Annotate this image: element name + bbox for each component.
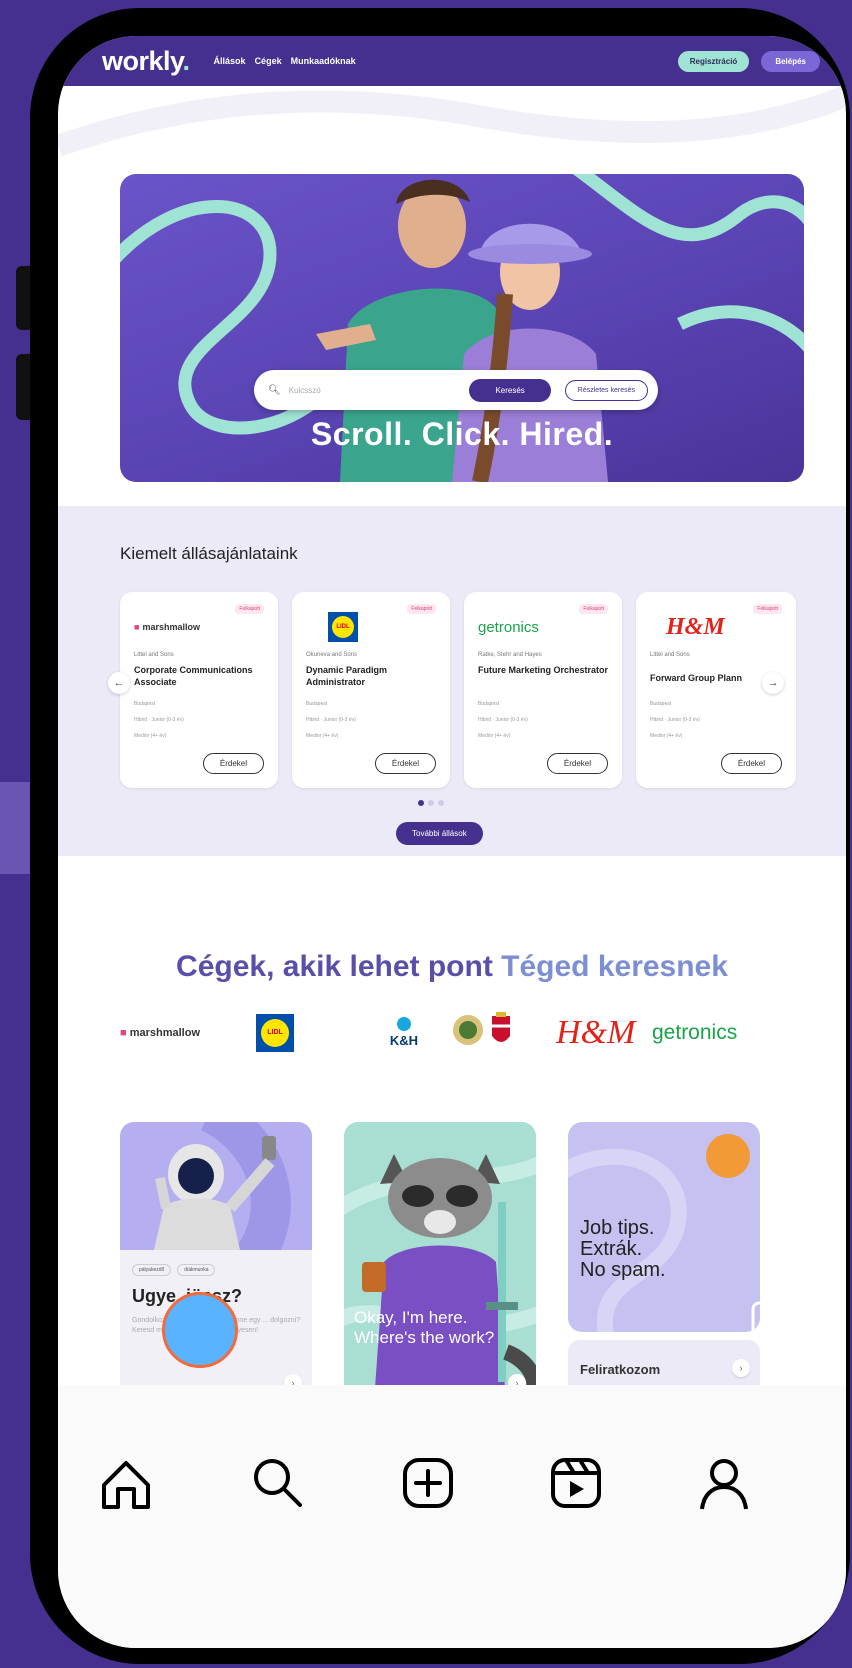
job-type: Hibrid · Junior (0-3 év) <box>478 717 528 723</box>
logo-marshmallow[interactable]: ■ marshmallow <box>120 1027 256 1039</box>
newsletter-text: Job tips. Extrák. No spam. <box>580 1217 666 1281</box>
promo-card-raccoon[interactable]: Okay, I'm here. Where's the work? › <box>344 1122 536 1402</box>
comment-icon[interactable] <box>758 1024 806 1072</box>
company-logo-lidl: LIDL <box>328 610 358 644</box>
nav-link-employers[interactable]: Munkaadóknak <box>291 56 356 66</box>
create-post-icon[interactable] <box>400 1455 456 1511</box>
trending-badge: Felkapott <box>579 604 608 614</box>
home-icon[interactable] <box>98 1455 154 1511</box>
job-card[interactable]: Felkapott ■ marshmallow Littel and Sons C… <box>120 592 278 788</box>
trending-badge: Felkapott <box>753 604 782 614</box>
job-card[interactable]: Felkapott getronics Ratke, Stehr and Hay… <box>464 592 622 788</box>
register-button[interactable]: Regisztráció <box>677 50 750 72</box>
logo-getronics[interactable]: getronics <box>652 1021 752 1045</box>
carousel-dot-active[interactable] <box>418 800 424 806</box>
hero-search-bar: 🔍︎ Kulcsszó Keresés Részletes keresés <box>254 370 658 410</box>
workly-logo[interactable]: workly. <box>102 46 190 77</box>
job-meta: Budapest Hibrid · Junior (0-3 év) Medior… <box>478 696 528 744</box>
carousel-prev-arrow[interactable]: ← <box>108 672 130 694</box>
search-input[interactable]: Kulcsszó <box>289 386 470 395</box>
tag: pályakezdő <box>132 1264 172 1276</box>
more-options-icon[interactable] <box>758 1228 806 1244</box>
company-logo-marshmallow: ■ marshmallow <box>134 622 200 632</box>
job-type: Hibrid · Junior (0-3 év) <box>134 717 184 723</box>
carousel-dot[interactable] <box>428 800 434 806</box>
company-logo-strip: ■ marshmallow LIDL K&H H&M getronics <box>120 1010 752 1055</box>
promo-card-newsletter[interactable]: Job tips. Extrák. No spam. Feliratkozom … <box>568 1122 760 1402</box>
reels-icon[interactable] <box>548 1455 604 1511</box>
bottom-tab-bar <box>58 1385 846 1648</box>
job-meta: Budapest Hibrid · Junior (0-3 év) Medior… <box>306 696 356 744</box>
featured-jobs-section: Kiemelt állásajánlataink Felkapott ■ mars… <box>58 506 846 856</box>
job-level: Medior (4+ év) <box>306 733 339 739</box>
heart-icon[interactable] <box>758 914 810 962</box>
job-level: Medior (4+ év) <box>478 733 511 739</box>
job-location: Budapest <box>478 701 500 707</box>
nav-link-companies[interactable]: Cégek <box>255 56 282 66</box>
promo-caption: Okay, I'm here. Where's the work? <box>354 1308 495 1347</box>
share-icon[interactable] <box>758 1130 806 1176</box>
hero-slogan: Scroll. Click. Hired. <box>310 416 614 452</box>
job-title[interactable]: Dynamic Paradigm Administrator <box>306 664 442 688</box>
company-logo-hm: H&M <box>666 613 725 640</box>
job-location: Budapest <box>134 701 156 707</box>
interested-button[interactable]: Érdekel <box>374 753 436 774</box>
featured-jobs-title: Kiemelt állásajánlataink <box>120 544 298 563</box>
hero-banner: 🔍︎ Kulcsszó Keresés Részletes keresés Sc… <box>120 174 804 482</box>
interested-button[interactable]: Érdekel <box>546 753 608 774</box>
audio-thumbnail-icon[interactable] <box>750 1300 794 1344</box>
astronaut-illustration <box>120 1122 312 1250</box>
companies-heading: Cégek, akik lehet pont Téged keresnek <box>176 950 728 983</box>
raccoon-illustration <box>344 1154 536 1402</box>
job-level: Medior (4+ év) <box>134 733 167 739</box>
company-logo-getronics: getronics <box>478 618 539 636</box>
subscribe-label: Feliratkozom <box>580 1362 661 1377</box>
newsletter-banner: Job tips. Extrák. No spam. <box>568 1122 760 1332</box>
carousel-dot[interactable] <box>438 800 444 806</box>
logo-kh[interactable]: K&H <box>356 1017 452 1048</box>
tag: diákmunka <box>177 1264 216 1276</box>
phone-screen: workly. Állások Cégek Munkaadóknak Regis… <box>58 36 846 1648</box>
search-button[interactable]: Keresés <box>469 378 551 402</box>
trending-badge: Felkapott <box>235 604 264 614</box>
job-card-carousel: Felkapott ■ marshmallow Littel and Sons C… <box>120 592 796 788</box>
job-title[interactable]: Future Marketing Orchestrator <box>478 664 614 676</box>
job-location: Budapest <box>306 701 328 707</box>
carousel-next-arrow[interactable]: → <box>762 672 784 694</box>
job-title[interactable]: Corporate Communications Associate <box>134 664 270 688</box>
floating-chat-bubble[interactable] <box>162 1292 238 1368</box>
chevron-right-icon[interactable]: › <box>732 1359 750 1377</box>
logo-hungarian-coat-of-arms[interactable] <box>452 1010 556 1055</box>
company-name: Littel and Sons <box>134 652 174 658</box>
company-name: Okuneva and Sons <box>306 652 358 658</box>
job-type: Hibrid · Junior (0-3 év) <box>306 717 356 723</box>
carousel-dots <box>418 800 444 806</box>
search-icon: 🔍︎ <box>268 384 281 396</box>
job-type: Hibrid · Junior (0-3 év) <box>650 717 700 723</box>
job-meta: Budapest Hibrid · Junior (0-3 év) Medior… <box>650 696 700 744</box>
job-location: Budapest <box>650 701 672 707</box>
interested-button[interactable]: Érdekel <box>720 753 782 774</box>
background-tab <box>0 782 34 874</box>
interested-button[interactable]: Érdekel <box>202 753 264 774</box>
job-meta: Budapest Hibrid · Junior (0-3 év) Medior… <box>134 696 184 744</box>
trending-badge: Felkapott <box>407 604 436 614</box>
search-tab-icon[interactable] <box>250 1455 306 1511</box>
job-card[interactable]: Felkapott LIDL Okuneva and Sons Dynamic … <box>292 592 450 788</box>
job-level: Medior (4+ év) <box>650 733 683 739</box>
logo-lidl[interactable]: LIDL <box>256 1013 356 1052</box>
nav-link-jobs[interactable]: Állások <box>214 56 246 66</box>
detailed-search-button[interactable]: Részletes keresés <box>564 379 648 401</box>
flower-badge-icon <box>706 1134 750 1178</box>
login-button[interactable]: Belépés <box>761 50 820 72</box>
company-name: Ratke, Stehr and Hayes <box>478 652 542 658</box>
company-name: Littel and Sons <box>650 652 690 658</box>
more-jobs-button[interactable]: További állások <box>396 822 483 845</box>
logo-hm[interactable]: H&M <box>556 1014 652 1052</box>
profile-icon[interactable] <box>696 1455 752 1511</box>
